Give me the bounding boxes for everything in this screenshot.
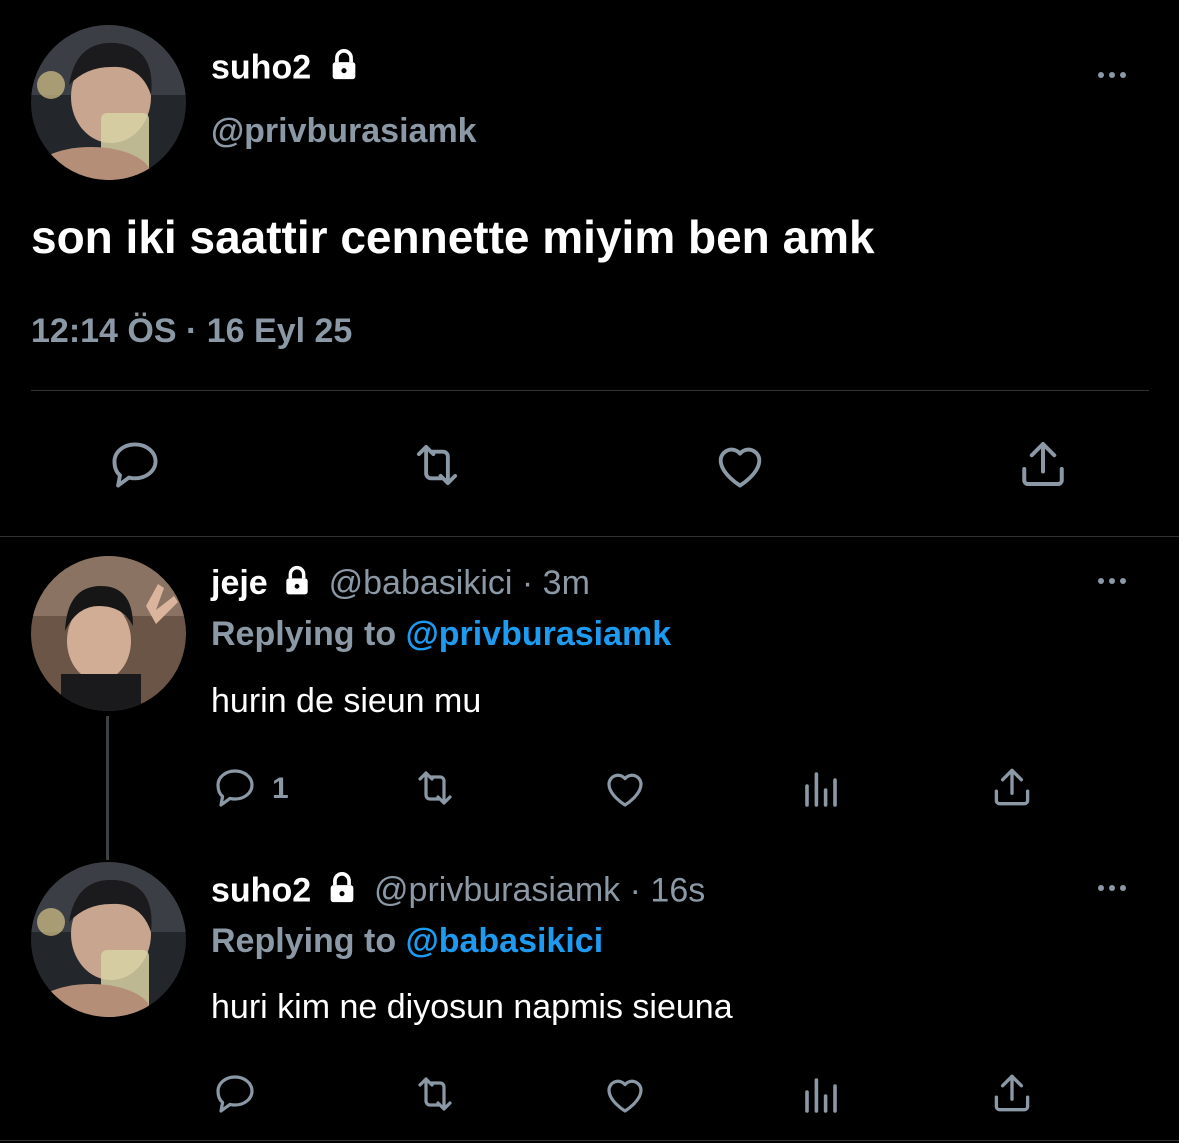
reply-header: suho2 @privburasiamk · 16s bbox=[211, 871, 705, 914]
share-icon[interactable] bbox=[987, 1068, 1037, 1123]
replying-to-link[interactable]: @privburasiamk bbox=[406, 615, 672, 653]
avatar[interactable] bbox=[31, 25, 186, 180]
header-separator: · bbox=[521, 564, 534, 602]
tweet-time: 12:14 ÖS bbox=[31, 312, 177, 350]
display-name-row: suho2 bbox=[211, 48, 361, 91]
analytics-icon[interactable] bbox=[797, 1070, 845, 1123]
thread-connector bbox=[106, 716, 109, 860]
lock-icon bbox=[281, 565, 313, 606]
reply-icon[interactable] bbox=[211, 1070, 259, 1123]
replying-to: Replying to @privburasiamk bbox=[211, 615, 671, 654]
like-icon[interactable] bbox=[600, 1070, 650, 1123]
more-options-icon[interactable] bbox=[1098, 578, 1126, 584]
handle[interactable]: @privburasiamk bbox=[374, 871, 620, 909]
bottom-divider bbox=[0, 1140, 1179, 1141]
divider bbox=[31, 390, 1149, 391]
display-name[interactable]: suho2 bbox=[211, 871, 311, 909]
retweet-icon[interactable] bbox=[410, 1070, 460, 1123]
retweet-icon[interactable] bbox=[407, 436, 467, 499]
reply-text: hurin de sieun mu bbox=[211, 682, 482, 720]
retweet-icon[interactable] bbox=[410, 764, 460, 817]
like-icon[interactable] bbox=[710, 436, 770, 499]
header-separator: · bbox=[629, 871, 641, 910]
display-name[interactable]: jeje bbox=[211, 564, 268, 602]
share-icon[interactable] bbox=[987, 762, 1037, 817]
reply-time: 16s bbox=[650, 871, 706, 910]
handle[interactable]: @privburasiamk bbox=[211, 112, 477, 151]
reply-header: jeje @babasikici · 3m bbox=[211, 564, 590, 606]
share-icon[interactable] bbox=[1013, 434, 1073, 499]
reply-text: huri kim ne diyosun napmis sieuna bbox=[211, 988, 733, 1026]
tweet-timestamp: 12:14 ÖS · 16 Eyl 25 bbox=[31, 312, 352, 351]
replying-to-label: Replying to bbox=[211, 922, 397, 960]
replying-to-link[interactable]: @babasikici bbox=[406, 922, 604, 960]
timestamp-separator: · bbox=[185, 312, 198, 350]
replying-to-label: Replying to bbox=[211, 615, 397, 653]
reply-time: 3m bbox=[542, 564, 590, 602]
display-name[interactable]: suho2 bbox=[211, 48, 311, 86]
analytics-icon[interactable] bbox=[797, 764, 845, 817]
replying-to: Replying to @babasikici bbox=[211, 922, 603, 961]
reply-count: 1 bbox=[272, 772, 289, 805]
tweet-date: 16 Eyl 25 bbox=[206, 312, 353, 350]
lock-icon bbox=[327, 48, 361, 91]
avatar[interactable] bbox=[31, 556, 186, 711]
tweet-text: son iki saattir cennette miyim ben amk bbox=[31, 211, 875, 263]
more-options-icon[interactable] bbox=[1098, 885, 1126, 891]
avatar[interactable] bbox=[31, 862, 186, 1017]
like-icon[interactable] bbox=[600, 764, 650, 817]
reply-icon[interactable] bbox=[211, 764, 259, 817]
more-options-icon[interactable] bbox=[1098, 72, 1126, 78]
handle[interactable]: @babasikici bbox=[329, 564, 513, 602]
section-divider bbox=[0, 536, 1179, 537]
lock-icon bbox=[325, 871, 359, 914]
reply-icon[interactable] bbox=[106, 436, 164, 499]
